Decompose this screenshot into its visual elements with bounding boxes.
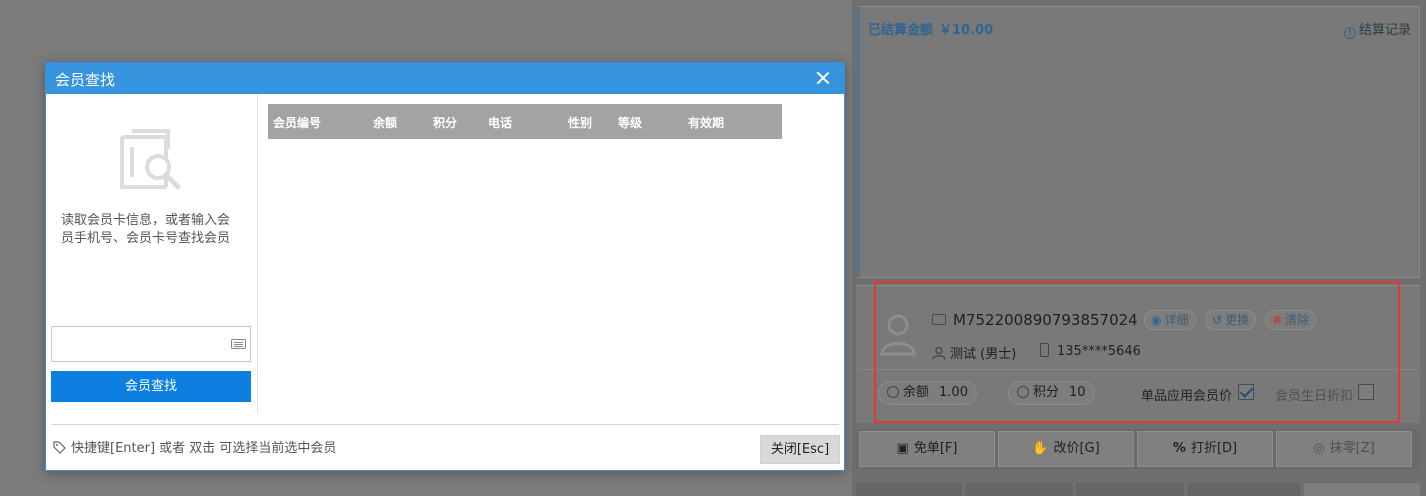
footer-divider (51, 424, 839, 425)
bottom-button-2[interactable] (965, 483, 1073, 496)
coin-icon: ◎ (1313, 441, 1325, 456)
keyboard-icon[interactable] (231, 339, 246, 349)
member-table-header: 会员编号 余额 积分 电话 性别 等级 有效期 (268, 104, 782, 139)
close-icon[interactable] (816, 71, 830, 85)
column-header: 等级 (618, 116, 643, 130)
card-search-icon (120, 129, 181, 190)
settled-label: 已结算金额 (868, 23, 934, 38)
bottom-button-4[interactable] (1187, 483, 1301, 496)
search-hint: 读取会员卡信息，或者输入会员手机号、会员卡号查找会员 (61, 213, 231, 246)
member-search-dialog: 会员查找 读取会员卡信息，或者输入会员手机号、会员卡号查找会员 会员查找 会员编… (45, 62, 845, 471)
round-off-button[interactable]: ◎ 抹零[Z] (1276, 431, 1412, 467)
column-header: 余额 (373, 116, 398, 130)
dialog-title: 会员查找 (55, 71, 116, 89)
bottom-button-5[interactable] (1304, 483, 1420, 496)
change-price-label: 改价[G] (1053, 441, 1100, 456)
free-order-label: 免单[F] (913, 441, 958, 456)
bottom-button-1[interactable] (856, 483, 962, 496)
member-search-button[interactable]: 会员查找 (51, 371, 251, 402)
shortcut-hint: 快捷键[Enter] 或者 双击 可选择当前选中会员 (53, 437, 336, 456)
highlight-frame (874, 281, 1400, 423)
column-header: 会员编号 (273, 116, 322, 130)
change-price-button[interactable]: ✋ 改价[G] (998, 431, 1134, 467)
column-header: 有效期 (688, 116, 725, 130)
dialog-header: 会员查找 (46, 63, 844, 94)
info-icon: ! (1343, 27, 1356, 39)
discount-label: 打折[D] (1190, 441, 1238, 456)
tag-icon (53, 441, 66, 454)
round-off-label: 抹零[Z] (1329, 441, 1375, 456)
settled-value: ￥10.00 (939, 23, 994, 38)
settle-record-link[interactable]: ! 结算记录 (1343, 19, 1411, 39)
close-dialog-button[interactable]: 关闭[Esc] (760, 435, 840, 464)
percent-icon: % (1172, 441, 1186, 456)
hand-coin-icon: ✋ (1032, 441, 1049, 456)
shortcut-hint-text: 快捷键[Enter] 或者 双击 可选择当前选中会员 (71, 441, 337, 456)
column-header: 性别 (568, 116, 593, 130)
bottom-button-3[interactable] (1076, 483, 1184, 496)
column-header: 电话 (488, 116, 513, 130)
member-search-input[interactable] (51, 326, 251, 362)
discount-button[interactable]: % 打折[D] (1137, 431, 1273, 467)
free-order-button[interactable]: ▣ 免单[F] (859, 431, 995, 467)
search-pane: 读取会员卡信息，或者输入会员手机号、会员卡号查找会员 会员查找 (46, 94, 258, 414)
settle-record-label: 结算记录 (1358, 23, 1411, 38)
settled-amount: 已结算金额 ￥10.00 (868, 19, 993, 38)
settlement-panel: 已结算金额 ￥10.00 ! 结算记录 (856, 6, 1420, 278)
gift-icon: ▣ (896, 441, 909, 456)
column-header: 积分 (433, 116, 458, 130)
